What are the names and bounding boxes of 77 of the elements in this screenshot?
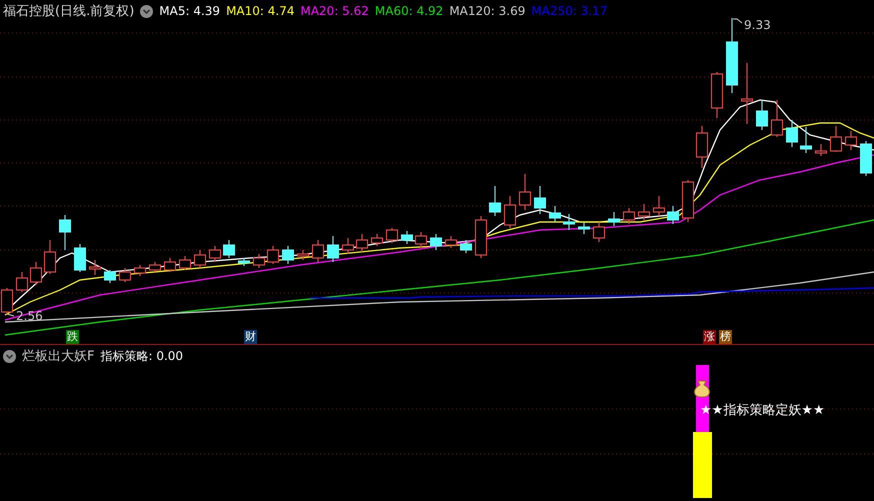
candlestick <box>59 214 71 250</box>
candlestick <box>460 240 472 254</box>
candlestick <box>653 196 665 216</box>
candlestick <box>815 144 827 156</box>
candlestick <box>845 130 857 150</box>
candlestick <box>578 222 590 234</box>
moving-average-value: MA5: 4.39 <box>159 4 220 18</box>
money-bag-icon <box>694 380 710 398</box>
candlestick <box>89 260 101 276</box>
candlestick <box>800 126 812 154</box>
candlestick <box>327 236 339 262</box>
leader-line <box>6 314 14 316</box>
candlestick <box>401 230 413 244</box>
candlestick <box>209 246 221 262</box>
candlestick <box>356 234 368 252</box>
candlestick <box>786 120 798 148</box>
candlestick <box>711 72 723 118</box>
candlestick <box>386 228 398 244</box>
candlestick <box>74 244 86 272</box>
candlestick <box>475 216 487 258</box>
candlestick <box>16 272 28 292</box>
candlestick <box>164 258 176 272</box>
event-marker[interactable]: 榜 <box>719 330 732 344</box>
candlestick <box>30 262 42 286</box>
candlestick <box>741 62 753 124</box>
candlestick <box>830 126 842 152</box>
candlestick <box>519 174 531 210</box>
candlestick <box>756 100 768 130</box>
low-price-label: 2.56 <box>16 309 43 323</box>
candlestick <box>342 238 354 254</box>
candlestick <box>771 100 783 138</box>
moving-average-value: MA120: 3.69 <box>449 4 526 18</box>
candlestick <box>415 232 427 248</box>
candlestick <box>119 268 131 282</box>
candlestick <box>504 196 516 228</box>
candlestick <box>297 250 309 260</box>
moving-average-value: MA60: 4.92 <box>374 4 444 18</box>
stock-title: 福石控股(日线.前复权) <box>3 3 134 20</box>
candlestick <box>134 264 146 276</box>
indicator-name: 烂板出大妖F <box>22 348 94 365</box>
candlestick <box>593 222 605 242</box>
candlestick <box>267 246 279 264</box>
event-marker[interactable]: 财 <box>244 330 257 344</box>
candlestick <box>238 258 250 266</box>
candlestick <box>608 212 620 226</box>
high-price-label: 9.33 <box>744 18 771 32</box>
candlestick <box>563 214 575 230</box>
candlestick <box>371 234 383 246</box>
candlestick <box>682 180 694 222</box>
candlestick <box>44 240 56 274</box>
candlestick <box>253 254 265 268</box>
candlestick <box>223 240 235 258</box>
candlestick <box>445 236 457 248</box>
candlestick <box>638 204 650 220</box>
candlestick <box>149 262 161 272</box>
candlestick <box>282 246 294 264</box>
event-marker[interactable]: 跌 <box>66 330 79 344</box>
moving-average-value: MA10: 4.74 <box>226 4 294 18</box>
candlestick <box>667 206 679 224</box>
event-marker[interactable]: 涨 <box>703 330 716 344</box>
candlestick <box>430 234 442 250</box>
candlestick <box>549 206 561 222</box>
leader-line <box>732 18 742 24</box>
candlestick <box>104 270 116 284</box>
chevron-down-icon[interactable] <box>140 4 154 18</box>
chevron-down-icon[interactable] <box>3 350 16 362</box>
candlestick <box>179 256 191 270</box>
candlestick <box>194 250 206 268</box>
indicator-value: 指标策略: 0.00 <box>100 348 184 364</box>
candlestick <box>312 240 324 262</box>
candlestick <box>623 208 635 224</box>
moving-average-value: MA250: 3.17 <box>531 4 608 18</box>
candlestick <box>860 140 872 176</box>
moving-average-value: MA20: 5.62 <box>300 4 369 18</box>
candlestick <box>489 186 501 216</box>
candlestick <box>696 126 708 168</box>
candlestick <box>534 186 546 214</box>
